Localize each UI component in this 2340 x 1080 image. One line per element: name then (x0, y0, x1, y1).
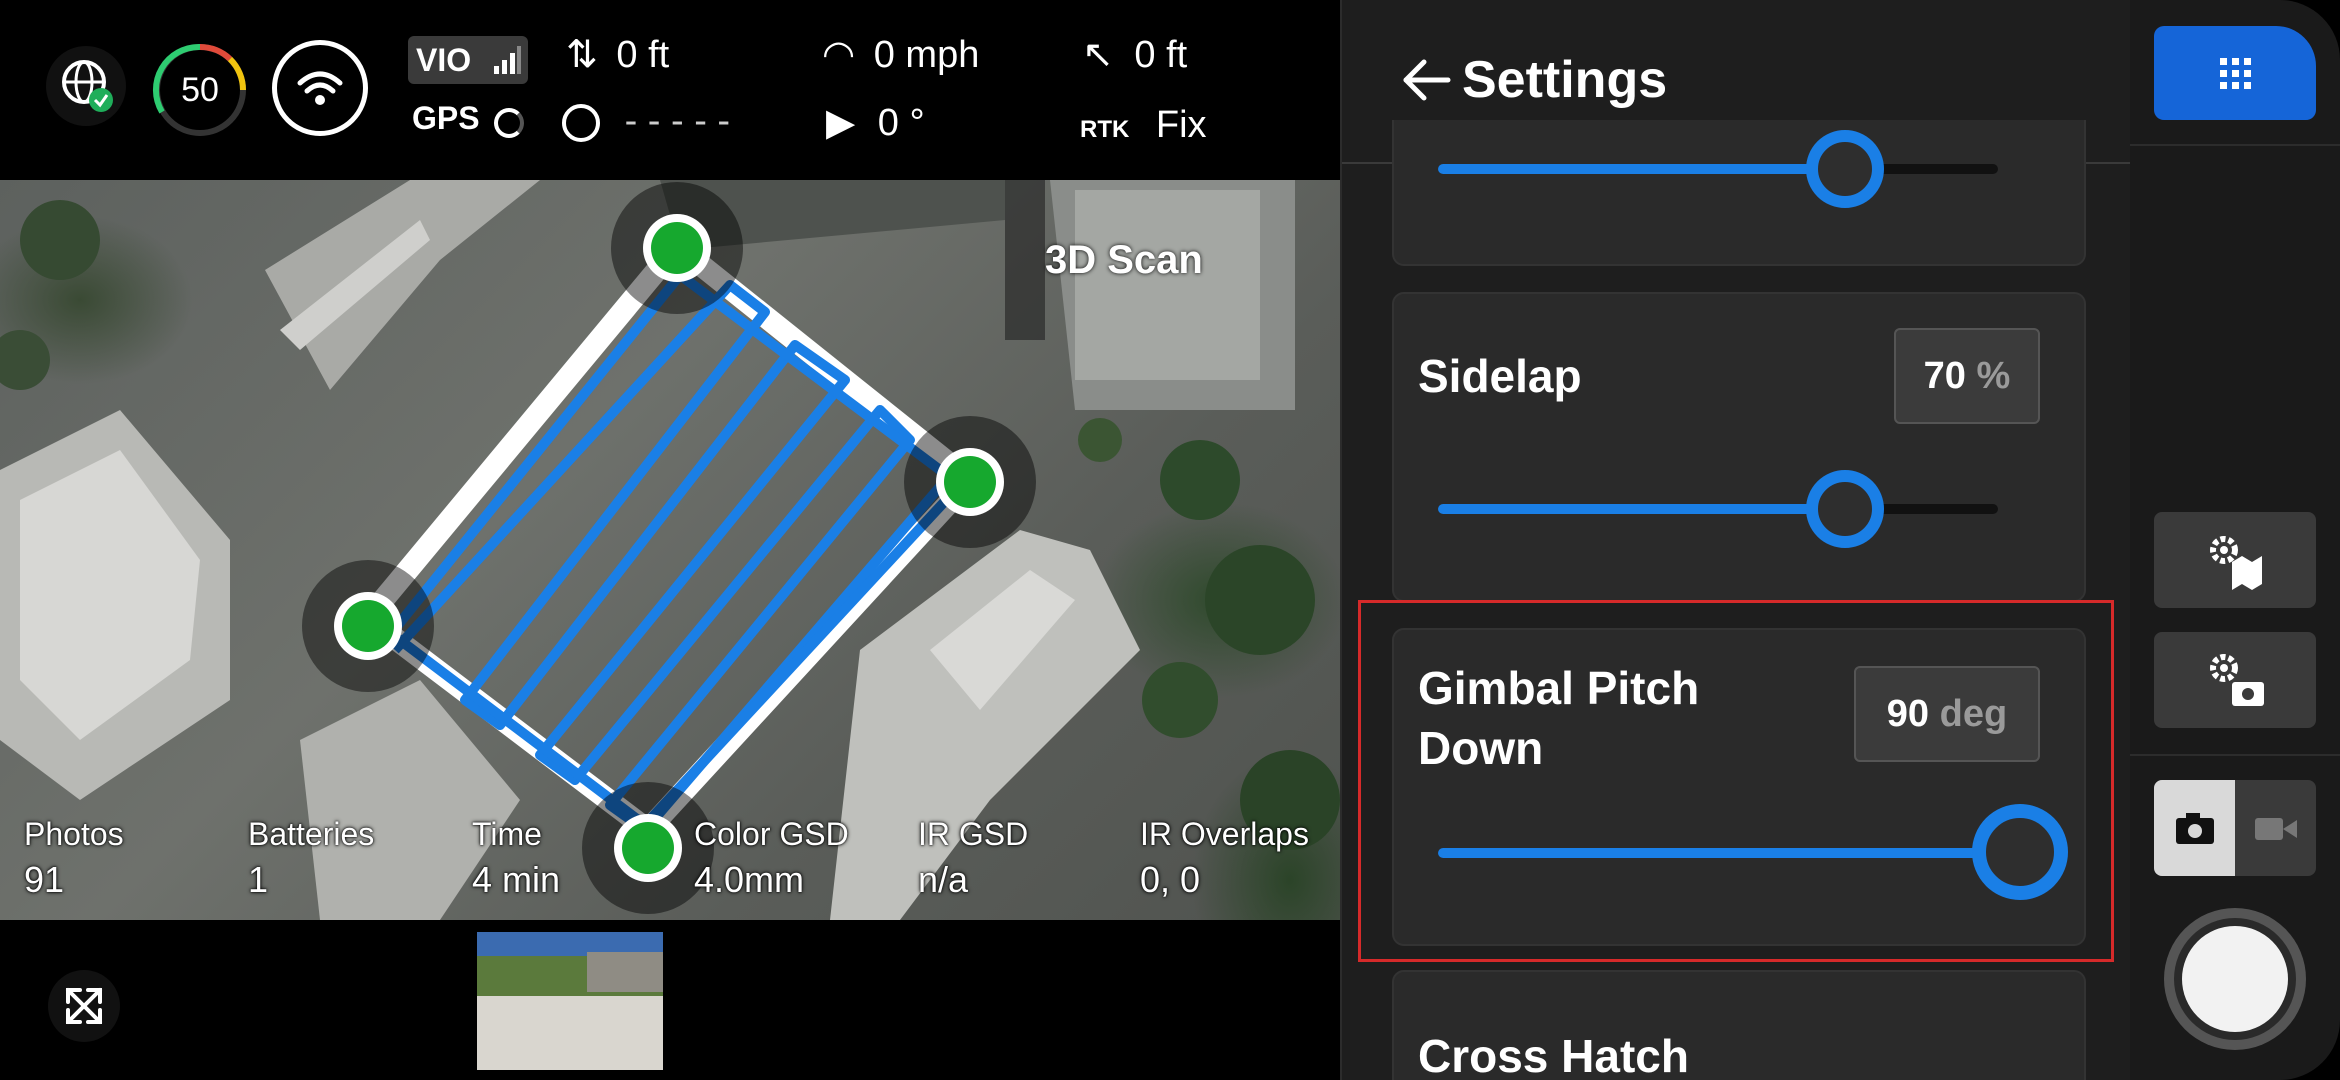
speed-readout: ◠ 0 mph (822, 34, 980, 76)
gimbal-slider-fill (1438, 848, 2014, 858)
stat-label: Time (472, 816, 542, 852)
sidelap-value-box[interactable]: 70 % (1894, 328, 2040, 424)
sidelap-card: Sidelap 70 % (1392, 292, 2086, 602)
vertical-distance: ⇅ 0 ft (566, 34, 670, 76)
camera-tilt-icon: ▶ (826, 102, 856, 144)
gimbal-unit: deg (1939, 693, 2008, 735)
sidelap-slider-fill (1438, 504, 1842, 514)
gimbal-pitch-card: Gimbal Pitch Down 90 deg (1392, 628, 2086, 946)
stat-batteries: Batteries 1 (248, 816, 374, 901)
gimbal-slider-thumb[interactable] (1972, 804, 2068, 900)
gimbal-value-box[interactable]: 90 deg (1854, 666, 2040, 762)
stat-time: Time 4 min (472, 816, 560, 901)
map-overlay-label[interactable]: 3D Scan (1045, 238, 1203, 283)
stat-value: 91 (24, 859, 65, 900)
camera-preview-thumbnail[interactable] (477, 932, 663, 1070)
gimbal-label-line2: Down (1418, 722, 1544, 774)
sidelap-slider-thumb[interactable] (1806, 470, 1884, 548)
settings-panel: Settings Sidelap 70 % Gimbal Pitch Down (1340, 0, 2132, 1080)
home-direction-icon: ↖ (1082, 34, 1114, 76)
rtk-readout: RTK Fix (1080, 104, 1207, 147)
stat-value: n/a (918, 859, 969, 900)
capture-mode-toggle[interactable] (2154, 780, 2316, 876)
stat-ir-gsd: IR GSD n/a (918, 816, 1028, 901)
stat-label: Batteries (248, 816, 375, 852)
map-view[interactable]: 3D Scan Photos 91 Batteries 1 Time 4 min… (0, 180, 1340, 920)
back-arrow-icon[interactable] (1398, 52, 1454, 108)
rtk-label: RTK (1080, 116, 1130, 143)
shutter-button[interactable] (2164, 908, 2306, 1050)
stat-ir-overlaps: IR Overlaps 0, 0 (1140, 816, 1309, 901)
gps-label: GPS (412, 100, 480, 136)
vio-label: VIO (416, 42, 472, 78)
signal-value: 50 (181, 71, 219, 109)
stat-value: 1 (248, 859, 269, 900)
rail-divider (2130, 754, 2340, 756)
stat-value: 0, 0 (1140, 859, 1201, 900)
rtk-status: Fix (1155, 104, 1207, 146)
stat-value: 4.0mm (694, 859, 805, 900)
stat-value: 4 min (472, 859, 561, 900)
heading-readout: - - - - - (562, 100, 730, 143)
gps-loading-icon (494, 108, 524, 138)
page-title: Settings (1462, 51, 1668, 109)
map-settings-icon[interactable] (2154, 512, 2316, 608)
stat-label: IR GSD (918, 816, 1029, 852)
vio-indicator: VIO (408, 36, 528, 84)
camera-settings-icon[interactable] (2154, 632, 2316, 728)
settings-card-previous (1392, 120, 2086, 266)
signal-gauge[interactable]: 50 (152, 42, 248, 138)
stat-label: IR Overlaps (1140, 816, 1309, 852)
gimbal-label-line1: Gimbal Pitch (1418, 662, 1700, 714)
sidelap-value: 70 (1923, 355, 1966, 397)
bottom-bar (0, 920, 1340, 1080)
grid-menu-icon[interactable] (2154, 26, 2316, 120)
gps-indicator: GPS (408, 96, 528, 144)
camera-icon[interactable] (2154, 780, 2235, 876)
stat-label: Photos (24, 816, 124, 852)
vertical-arrows-icon: ⇅ (566, 34, 598, 76)
gimbal-value: 90 (1886, 693, 1930, 735)
signal-bars-icon (494, 46, 521, 74)
video-icon[interactable] (2235, 780, 2316, 876)
globe-check-icon[interactable] (46, 46, 126, 126)
sidelap-unit: % (1976, 355, 2011, 397)
wifi-icon[interactable] (272, 40, 368, 136)
stat-label: Color GSD (694, 816, 849, 852)
gimbal-pitch-label: Gimbal Pitch Down (1418, 658, 1699, 778)
sidelap-label: Sidelap (1418, 350, 1582, 402)
slider-thumb[interactable] (1806, 130, 1884, 208)
status-bar: 50 VIO GPS ⇅ 0 ft - - - - - ◠ 0 mph ▶ 0 … (0, 0, 1340, 180)
cross-hatch-card: Cross Hatch (1392, 970, 2086, 1080)
camera-angle-readout: ▶ 0 ° (826, 102, 925, 144)
expand-icon[interactable] (48, 970, 120, 1042)
compass-icon (562, 103, 600, 142)
stat-photos: Photos 91 (24, 816, 124, 901)
stat-color-gsd: Color GSD 4.0mm (694, 816, 849, 901)
right-rail (2130, 0, 2340, 1080)
speedometer-icon: ◠ (822, 34, 856, 76)
rail-divider (2130, 144, 2340, 146)
mission-stats: Photos 91 Batteries 1 Time 4 min Color G… (0, 810, 1340, 920)
cross-hatch-label: Cross Hatch (1418, 1030, 1689, 1080)
slider-fill (1438, 164, 1842, 174)
home-distance-readout: ↖ 0 ft (1082, 34, 1188, 76)
